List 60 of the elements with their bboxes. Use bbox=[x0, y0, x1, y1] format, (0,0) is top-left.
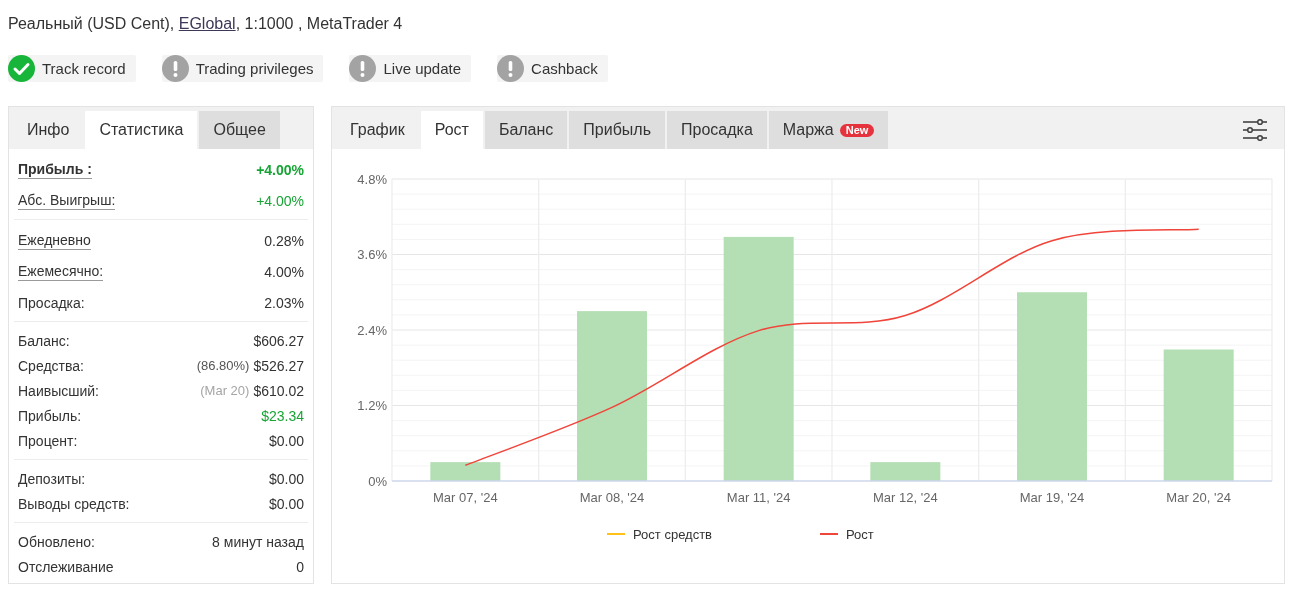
stat-label: Обновлено: bbox=[18, 533, 95, 550]
stat-value: 2.03% bbox=[264, 294, 304, 311]
new-badge: New bbox=[839, 123, 875, 137]
tab[interactable]: Инфо bbox=[13, 111, 84, 149]
tab[interactable]: Прибыль bbox=[569, 111, 665, 149]
stat-label: Выводы средств: bbox=[18, 495, 130, 512]
x-axis-label: Mar 08, '24 bbox=[579, 490, 645, 505]
stat-value: 0 bbox=[296, 558, 304, 575]
tab[interactable]: Статистика bbox=[85, 111, 198, 149]
value-note: (Mar 20) bbox=[200, 383, 250, 398]
y-axis-label: 0% bbox=[368, 473, 387, 489]
stat-label: Абс. Выигрыш: bbox=[18, 191, 116, 210]
broker-link[interactable]: EGlobal bbox=[178, 15, 236, 32]
stat-value: $0.00 bbox=[268, 470, 304, 487]
x-axis-label: Mar 12, '24 bbox=[873, 490, 938, 505]
y-axis-label: 4.8% bbox=[357, 171, 387, 187]
y-axis-label: 1.2% bbox=[357, 398, 387, 413]
stat-value: +4.00% bbox=[256, 161, 304, 178]
tab[interactable]: Рост bbox=[420, 111, 483, 149]
account-title: Реальный (USD Cent), EGlobal, 1:1000 , MetaTrader 4 bbox=[8, 14, 404, 34]
stat-value: $606.27 bbox=[253, 332, 304, 349]
legend-label[interactable]: Рост bbox=[846, 526, 874, 542]
stat-label: Ежемесячно: bbox=[18, 262, 104, 281]
stat-value: $0.00 bbox=[268, 495, 304, 512]
badge-label: Trading privileges bbox=[195, 60, 314, 77]
legend-label[interactable]: Рост средств bbox=[633, 526, 712, 542]
stat-label: Просадка: bbox=[18, 294, 85, 311]
settings-icon[interactable] bbox=[1243, 119, 1267, 141]
stat-label: Прибыль: bbox=[18, 407, 82, 424]
stat-value: 4.00% bbox=[264, 263, 304, 280]
tab[interactable]: Общее bbox=[199, 111, 280, 149]
stat-value: 8 минут назад bbox=[212, 533, 304, 550]
badge-label: Cashback bbox=[531, 60, 598, 77]
badge-label: Live update bbox=[383, 60, 462, 77]
badge-label: Track record bbox=[42, 60, 126, 77]
stat-value: $526.27 bbox=[253, 357, 304, 374]
x-axis-label: Mar 20, '24 bbox=[1166, 490, 1231, 505]
tab[interactable]: Баланс bbox=[484, 111, 568, 149]
stat-label: Наивысший: bbox=[18, 382, 99, 399]
tab[interactable]: Просадка bbox=[667, 111, 767, 149]
stat-label: Ежедневно bbox=[18, 231, 91, 250]
stat-label: Средства: bbox=[18, 357, 84, 374]
stat-value: $0.00 bbox=[268, 432, 304, 449]
stat-label: Процент: bbox=[18, 432, 78, 449]
x-axis-label: Mar 19, '24 bbox=[1019, 490, 1085, 505]
stat-label: Баланс: bbox=[18, 332, 70, 349]
stat-value: $610.02 bbox=[253, 382, 304, 399]
stat-label: Отслеживание bbox=[18, 558, 114, 575]
stat-value: $23.34 bbox=[261, 407, 304, 424]
x-axis-label: Mar 11, '24 bbox=[726, 490, 791, 505]
value-note: (86.80%) bbox=[196, 358, 250, 373]
tab[interactable]: Маржа New bbox=[768, 111, 889, 149]
y-axis-label: 3.6% bbox=[357, 247, 387, 262]
stat-label: Депозиты: bbox=[18, 470, 86, 487]
stat-value: +4.00% bbox=[256, 192, 304, 209]
stat-label: Прибыль : bbox=[18, 160, 92, 179]
tab[interactable]: График bbox=[336, 111, 419, 149]
x-axis-label: Mar 07, '24 bbox=[433, 490, 498, 505]
y-axis-label: 2.4% bbox=[357, 322, 387, 338]
stat-value: 0.28% bbox=[264, 232, 304, 249]
